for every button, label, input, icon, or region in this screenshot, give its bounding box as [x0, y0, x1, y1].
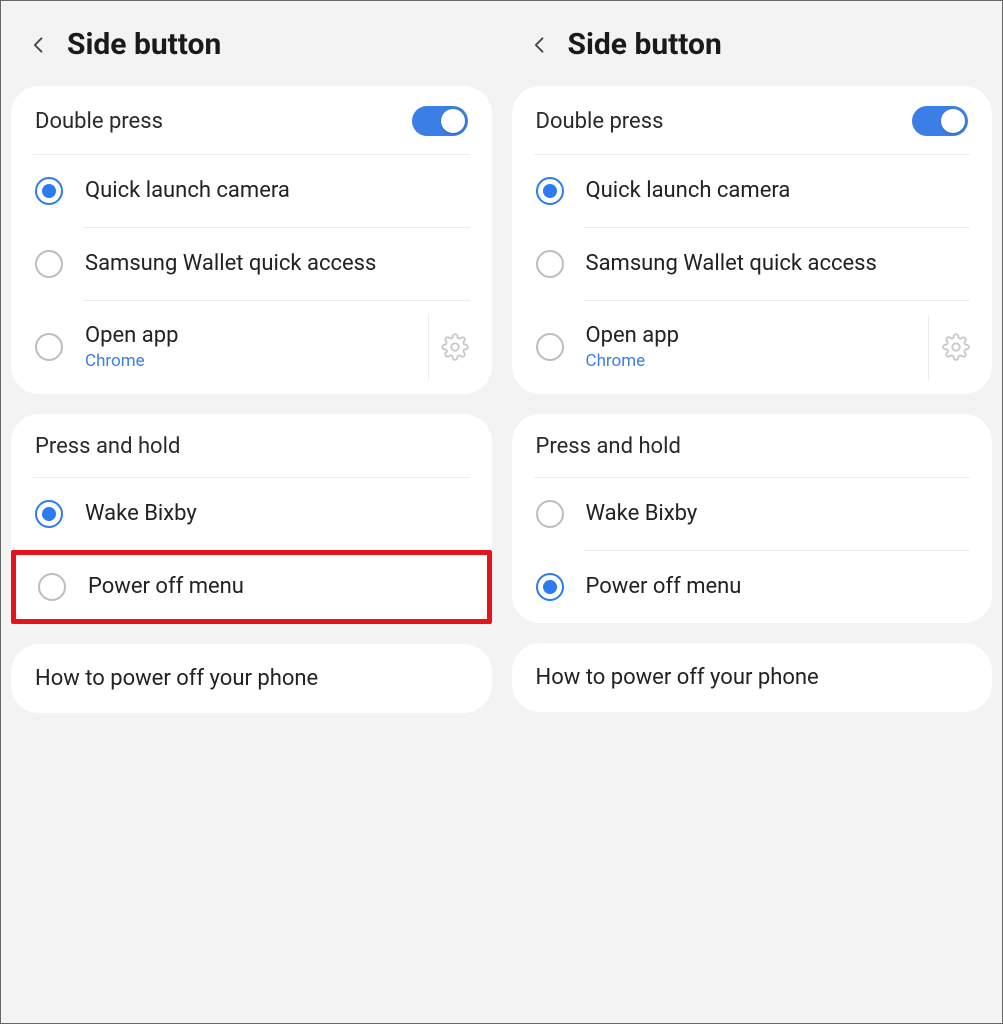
radio-icon	[536, 500, 564, 528]
radio-icon	[38, 573, 66, 601]
double-press-toggle[interactable]	[912, 106, 968, 136]
double-press-header: Double press	[35, 109, 163, 134]
header: Side button	[502, 1, 1003, 86]
radio-icon	[536, 573, 564, 601]
radio-icon	[536, 177, 564, 205]
double-press-card: Double press Quick launch camera Samsung…	[11, 86, 492, 394]
header: Side button	[1, 1, 502, 86]
option-label: Wake Bixby	[85, 501, 468, 527]
option-label: Samsung Wallet quick access	[586, 251, 969, 277]
double-press-header-row: Double press	[33, 86, 470, 155]
option-label: Quick launch camera	[586, 178, 969, 204]
press-hold-card: Press and hold Wake Bixby Power off menu	[11, 414, 492, 624]
option-label: Power off menu	[88, 574, 465, 600]
open-app-settings-button[interactable]	[928, 315, 968, 380]
option-label: Quick launch camera	[85, 178, 468, 204]
press-hold-header: Press and hold	[536, 434, 681, 459]
page-title: Side button	[568, 27, 722, 62]
option-sublabel: Chrome	[586, 351, 907, 371]
option-label: Open app Chrome	[586, 323, 907, 372]
option-label: Samsung Wallet quick access	[85, 251, 468, 277]
radio-icon	[35, 250, 63, 278]
option-label: Power off menu	[586, 574, 969, 600]
radio-icon	[536, 333, 564, 361]
press-hold-card: Press and hold Wake Bixby Power off menu	[512, 414, 993, 623]
press-hold-header-row: Press and hold	[33, 414, 470, 478]
option-open-app[interactable]: Open app Chrome	[33, 301, 470, 394]
option-quick-launch-camera[interactable]: Quick launch camera	[534, 155, 971, 227]
option-label-text: Open app	[586, 323, 907, 349]
double-press-header: Double press	[536, 109, 664, 134]
option-sublabel: Chrome	[85, 351, 406, 371]
radio-icon	[35, 333, 63, 361]
option-wake-bixby[interactable]: Wake Bixby	[534, 478, 971, 550]
help-text: How to power off your phone	[35, 666, 468, 691]
panel-right: Side button Double press Quick launch ca…	[502, 1, 1003, 1023]
back-icon[interactable]	[530, 31, 550, 59]
option-samsung-wallet[interactable]: Samsung Wallet quick access	[534, 228, 971, 300]
radio-icon	[35, 500, 63, 528]
help-link[interactable]: How to power off your phone	[512, 643, 993, 712]
option-samsung-wallet[interactable]: Samsung Wallet quick access	[33, 228, 470, 300]
option-label: Open app Chrome	[85, 323, 406, 372]
double-press-header-row: Double press	[534, 86, 971, 155]
back-icon[interactable]	[29, 31, 49, 59]
gear-icon	[441, 333, 469, 361]
open-app-settings-button[interactable]	[428, 315, 468, 380]
option-open-app[interactable]: Open app Chrome	[534, 301, 971, 394]
option-label: Wake Bixby	[586, 501, 969, 527]
gear-icon	[942, 333, 970, 361]
help-text: How to power off your phone	[536, 665, 969, 690]
option-quick-launch-camera[interactable]: Quick launch camera	[33, 155, 470, 227]
double-press-toggle[interactable]	[412, 106, 468, 136]
option-power-off-menu[interactable]: Power off menu	[534, 551, 971, 623]
option-power-off-menu[interactable]: Power off menu	[11, 550, 492, 624]
press-hold-header-row: Press and hold	[534, 414, 971, 478]
double-press-card: Double press Quick launch camera Samsung…	[512, 86, 993, 394]
radio-icon	[536, 250, 564, 278]
press-hold-header: Press and hold	[35, 434, 180, 459]
radio-icon	[35, 177, 63, 205]
option-wake-bixby[interactable]: Wake Bixby	[33, 478, 470, 550]
option-label-text: Open app	[85, 323, 406, 349]
page-title: Side button	[67, 27, 221, 62]
panel-left: Side button Double press Quick launch ca…	[1, 1, 502, 1023]
help-link[interactable]: How to power off your phone	[11, 644, 492, 713]
